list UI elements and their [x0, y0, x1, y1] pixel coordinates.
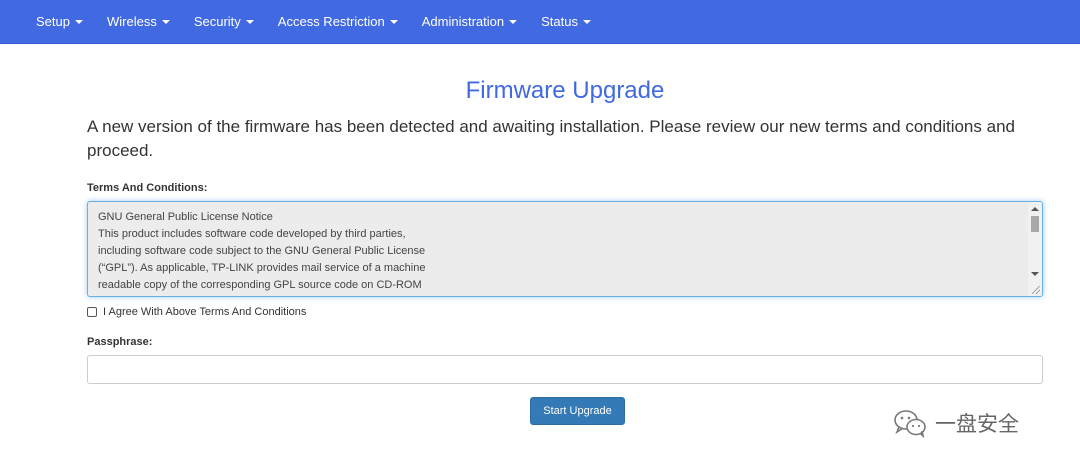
agree-terms-checkbox[interactable]	[87, 307, 97, 317]
nav-item-label: Administration	[421, 14, 505, 29]
page-title: Firmware Upgrade	[465, 77, 665, 104]
nav-item-access-restriction[interactable]: Access Restriction	[266, 0, 410, 44]
nav-item-label: Setup	[36, 14, 70, 29]
caret-down-icon	[245, 20, 254, 24]
passphrase-input[interactable]	[87, 355, 1043, 384]
watermark: 一盘安全	[893, 408, 1019, 438]
caret-down-icon	[161, 20, 170, 24]
caret-down-icon	[389, 20, 398, 24]
top-navbar: Setup Wireless Security Access Restricti…	[0, 0, 1080, 44]
agree-terms-row[interactable]: I Agree With Above Terms And Conditions	[87, 306, 306, 318]
nav-item-security[interactable]: Security	[182, 0, 266, 44]
agree-terms-label: I Agree With Above Terms And Conditions	[103, 306, 307, 318]
nav-item-label: Status	[541, 14, 578, 29]
terms-scrollbar[interactable]	[1028, 202, 1042, 296]
terms-label: Terms And Conditions:	[87, 182, 208, 194]
scroll-thumb[interactable]	[1031, 216, 1039, 232]
watermark-text: 一盘安全	[935, 413, 1019, 436]
upgrade-notice: A new version of the firmware has been d…	[87, 117, 1015, 160]
passphrase-label: Passphrase:	[87, 336, 153, 348]
nav-item-label: Access Restriction	[277, 14, 385, 29]
terms-textarea[interactable]: GNU General Public License Notice This p…	[87, 201, 1043, 297]
nav-item-status[interactable]: Status	[529, 0, 603, 44]
resize-handle-icon[interactable]	[1032, 286, 1040, 294]
nav-item-label: Security	[193, 14, 241, 29]
scroll-up-arrow-icon[interactable]	[1031, 207, 1039, 211]
nav-item-administration[interactable]: Administration	[410, 0, 529, 44]
nav-item-setup[interactable]: Setup	[24, 0, 95, 44]
terms-text: GNU General Public License Notice This p…	[98, 211, 426, 291]
caret-down-icon	[582, 20, 591, 24]
caret-down-icon	[74, 20, 83, 24]
start-upgrade-button[interactable]: Start Upgrade	[530, 397, 625, 425]
caret-down-icon	[509, 20, 518, 24]
nav-item-label: Wireless	[106, 14, 157, 29]
nav-menu: Setup Wireless Security Access Restricti…	[24, 0, 603, 44]
nav-item-wireless[interactable]: Wireless	[95, 0, 182, 44]
scroll-down-arrow-icon[interactable]	[1031, 272, 1039, 276]
wechat-icon	[894, 410, 926, 438]
